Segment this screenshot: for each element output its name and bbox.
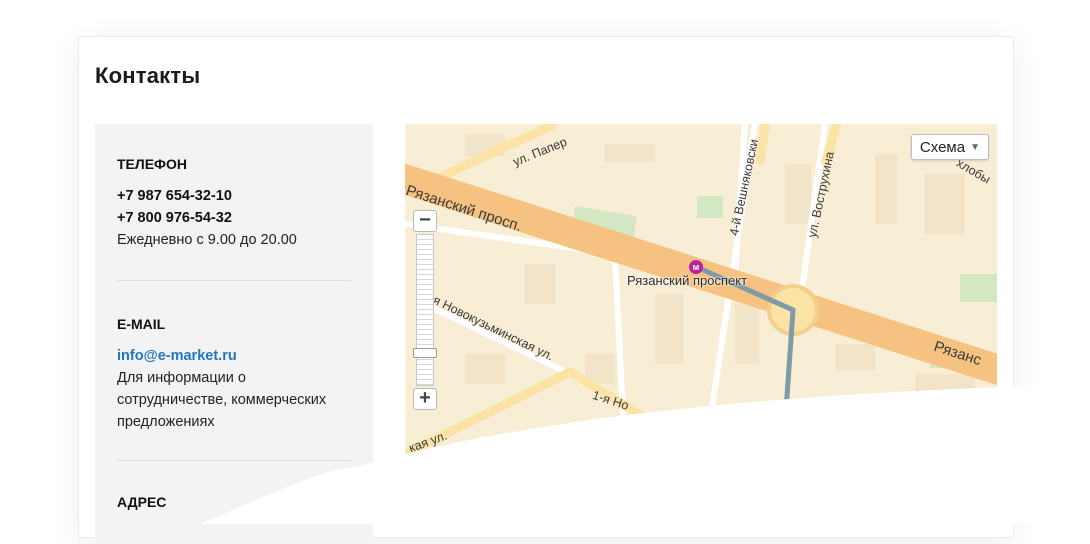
email-description-line: Для информации о (117, 370, 246, 386)
email-section: E-mail info@e-market.ru Для информации о… (117, 316, 351, 433)
divider (117, 460, 351, 461)
zoom-control: − + (413, 210, 437, 410)
metro-station-label: Рязанский проспект (627, 273, 748, 288)
map-tiles[interactable] (405, 124, 997, 454)
dropdown-arrow-icon: ▼ (970, 141, 980, 153)
metro-icon[interactable]: м (689, 260, 703, 274)
phone-number-1[interactable]: +7 987 654-32-10 (117, 185, 351, 207)
contacts-card: Контакты Телефон +7 987 654-32-10 +7 800… (78, 36, 1014, 544)
zoom-slider-handle[interactable] (413, 348, 437, 358)
phone-section: Телефон +7 987 654-32-10 +7 800 976-54-3… (117, 156, 351, 251)
email-description-line: сотрудничестве, коммерческих (117, 392, 327, 408)
email-description-line: предложениях (117, 414, 215, 430)
zoom-in-button[interactable]: + (413, 388, 437, 410)
map-type-label: Схема (919, 138, 966, 156)
page-title: Контакты (95, 63, 201, 88)
contact-info-panel: Телефон +7 987 654-32-10 +7 800 976-54-3… (95, 124, 373, 544)
email-link[interactable]: info@e-market.ru (117, 345, 351, 367)
phone-heading: Телефон (117, 156, 187, 172)
working-hours: Ежедневно с 9.00 до 20.00 (117, 232, 297, 248)
map-type-dropdown[interactable]: Схема ▼ (910, 134, 989, 160)
address-heading: Адрес (117, 494, 167, 510)
zoom-out-button[interactable]: − (413, 210, 437, 232)
divider (117, 280, 351, 281)
email-heading: E-mail (117, 316, 166, 332)
map-widget[interactable]: Рязанский просп. Рязанс ул. Папер 4-й Ве… (405, 124, 997, 454)
address-section: Адрес (117, 494, 351, 523)
zoom-slider-track[interactable] (416, 234, 434, 386)
phone-number-2[interactable]: +7 800 976-54-32 (117, 207, 351, 229)
